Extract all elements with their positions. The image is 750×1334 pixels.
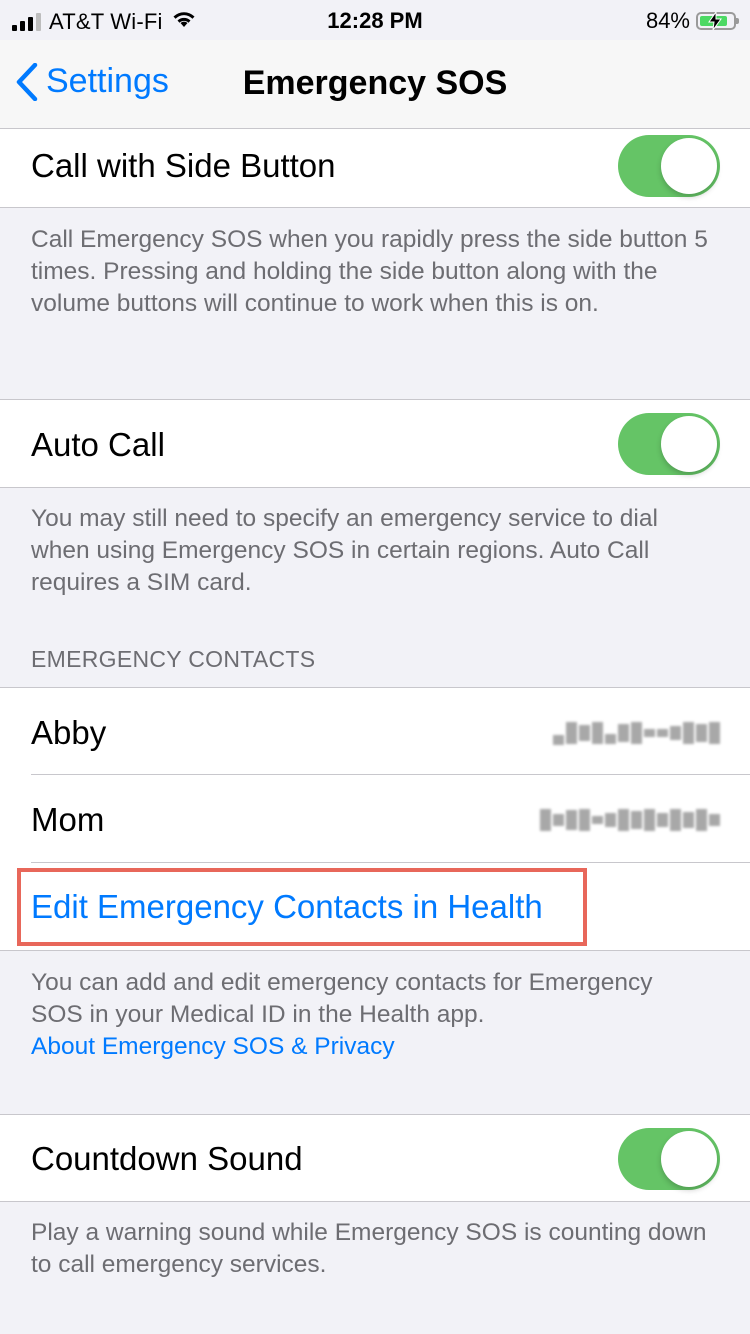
countdown-sound-footer: Play a warning sound while Emergency SOS… — [31, 1219, 707, 1278]
emergency-contacts-footer: You can add and edit emergency contacts … — [31, 967, 711, 1063]
auto-call-row: Auto Call — [0, 399, 750, 488]
battery-nub — [736, 18, 739, 24]
call-with-side-button-label: Call with Side Button — [31, 147, 336, 184]
emergency-contacts-footer-text: You can add and edit emergency contacts … — [31, 969, 653, 1028]
clock: 12:28 PM — [327, 8, 423, 33]
emergency-contacts-header: EMERGENCY CONTACTS — [31, 646, 316, 672]
status-bar: AT&T Wi-Fi 12:28 PM 84% — [0, 0, 750, 40]
contact-name: Mom — [31, 801, 105, 838]
auto-call-footer: You may still need to specify an emergen… — [31, 505, 658, 596]
navigation-bar: Settings Emergency SOS — [0, 40, 750, 129]
edit-emergency-contacts-link[interactable]: Edit Emergency Contacts in Health — [31, 888, 543, 926]
countdown-sound-row: Countdown Sound — [0, 1114, 750, 1202]
toggle-knob — [661, 138, 717, 194]
auto-call-toggle[interactable] — [618, 413, 720, 475]
battery-charging-icon — [696, 12, 739, 30]
battery-percent: 84% — [645, 8, 690, 33]
contact-row-mom[interactable]: Mom — [0, 775, 750, 863]
call-with-side-button-row: Call with Side Button — [0, 129, 750, 208]
redacted-phone-number — [553, 718, 720, 748]
auto-call-label: Auto Call — [31, 426, 165, 463]
call-with-side-button-toggle[interactable] — [618, 135, 720, 197]
page-title: Emergency SOS — [242, 64, 508, 102]
call-with-side-button-footer: Call Emergency SOS when you rapidly pres… — [31, 226, 708, 317]
about-emergency-sos-privacy-link[interactable]: About Emergency SOS & Privacy — [31, 1033, 395, 1060]
status-right: 84% — [645, 8, 739, 34]
contact-row-abby[interactable]: Abby — [0, 687, 750, 775]
edit-emergency-contacts-row[interactable]: Edit Emergency Contacts in Health — [0, 863, 750, 951]
toggle-knob — [661, 1131, 717, 1187]
toggle-knob — [661, 416, 717, 472]
contact-name: Abby — [31, 714, 107, 751]
bolt-icon — [708, 12, 722, 30]
redacted-phone-number — [540, 805, 720, 835]
countdown-sound-label: Countdown Sound — [31, 1140, 303, 1177]
countdown-sound-toggle[interactable] — [618, 1128, 720, 1190]
